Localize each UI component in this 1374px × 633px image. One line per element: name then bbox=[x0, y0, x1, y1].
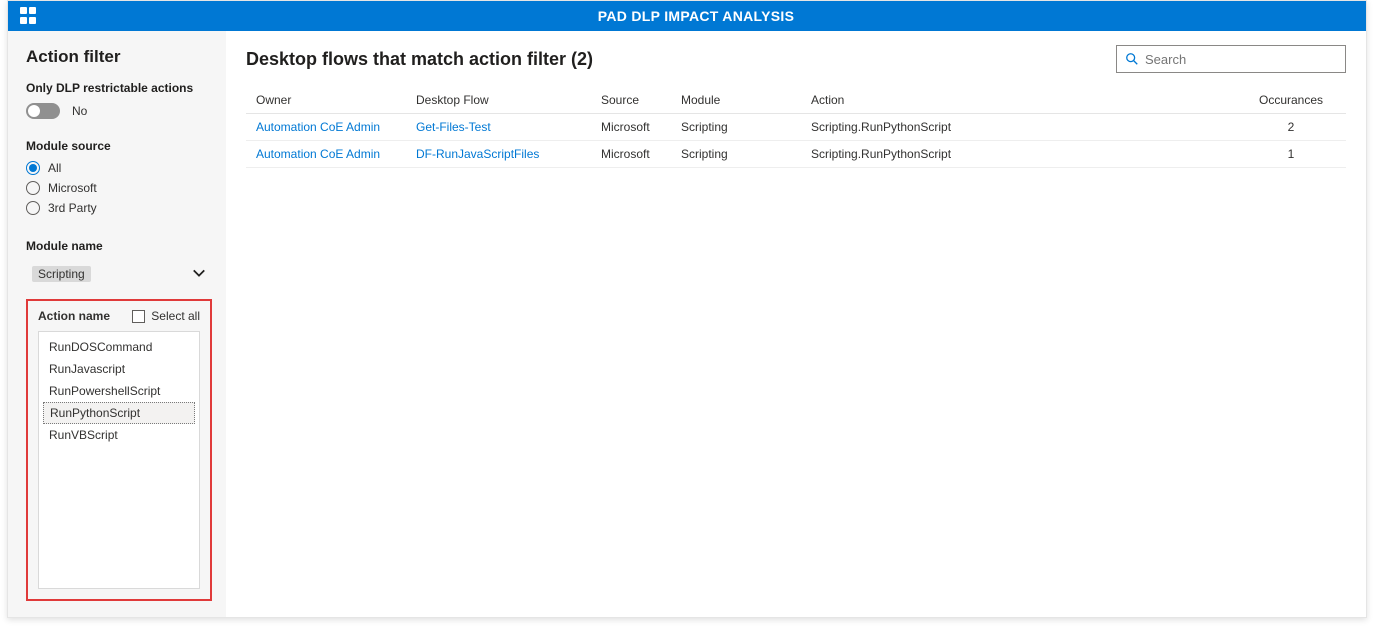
titlebar: PAD DLP IMPACT ANALYSIS bbox=[8, 1, 1366, 31]
table-cell: 1 bbox=[1236, 141, 1346, 168]
module-source-label: Module source bbox=[26, 139, 212, 153]
search-icon bbox=[1125, 52, 1139, 66]
module-name-label: Module name bbox=[26, 239, 212, 253]
module-source-option[interactable]: 3rd Party bbox=[26, 201, 212, 215]
col-module[interactable]: Module bbox=[671, 87, 801, 114]
module-name-dropdown[interactable]: Scripting bbox=[26, 261, 212, 287]
radio-label: All bbox=[48, 161, 61, 175]
table-cell[interactable]: Get-Files-Test bbox=[406, 114, 591, 141]
table-cell: Scripting bbox=[671, 141, 801, 168]
list-item[interactable]: RunDOSCommand bbox=[39, 336, 199, 358]
app-title: PAD DLP IMPACT ANALYSIS bbox=[38, 8, 1354, 24]
module-source-option[interactable]: All bbox=[26, 161, 212, 175]
col-flow[interactable]: Desktop Flow bbox=[406, 87, 591, 114]
search-box[interactable] bbox=[1116, 45, 1346, 73]
radio-label: 3rd Party bbox=[48, 201, 97, 215]
module-name-value: Scripting bbox=[32, 266, 91, 282]
table-cell[interactable]: Automation CoE Admin bbox=[246, 114, 406, 141]
table-cell: Scripting.RunPythonScript bbox=[801, 141, 1236, 168]
table-cell[interactable]: Automation CoE Admin bbox=[246, 141, 406, 168]
module-source-group: All Microsoft 3rd Party bbox=[26, 161, 212, 221]
table-cell[interactable]: DF-RunJavaScriptFiles bbox=[406, 141, 591, 168]
main-content: Desktop flows that match action filter (… bbox=[226, 31, 1366, 617]
action-name-label: Action name bbox=[38, 309, 110, 323]
select-all-checkbox[interactable] bbox=[132, 310, 145, 323]
col-source[interactable]: Source bbox=[591, 87, 671, 114]
action-name-listbox[interactable]: RunDOSCommandRunJavascriptRunPowershellS… bbox=[38, 331, 200, 589]
col-owner[interactable]: Owner bbox=[246, 87, 406, 114]
dlp-toggle-value: No bbox=[72, 104, 87, 118]
dlp-toggle-label: Only DLP restrictable actions bbox=[26, 81, 212, 95]
list-item[interactable]: RunJavascript bbox=[39, 358, 199, 380]
select-all-label: Select all bbox=[151, 309, 200, 323]
radio-icon bbox=[26, 181, 40, 195]
table-cell: Scripting.RunPythonScript bbox=[801, 114, 1236, 141]
table-cell: 2 bbox=[1236, 114, 1346, 141]
radio-icon bbox=[26, 161, 40, 175]
filter-sidebar: Action filter Only DLP restrictable acti… bbox=[8, 31, 226, 617]
col-occurances[interactable]: Occurances bbox=[1236, 87, 1346, 114]
action-name-section: Action name Select all RunDOSCommandRunJ… bbox=[26, 299, 212, 601]
module-source-option[interactable]: Microsoft bbox=[26, 181, 212, 195]
radio-label: Microsoft bbox=[48, 181, 97, 195]
list-item[interactable]: RunVBScript bbox=[39, 424, 199, 446]
dlp-toggle[interactable] bbox=[26, 103, 60, 119]
radio-icon bbox=[26, 201, 40, 215]
col-action[interactable]: Action bbox=[801, 87, 1236, 114]
table-cell: Scripting bbox=[671, 114, 801, 141]
sidebar-heading: Action filter bbox=[26, 47, 212, 67]
chevron-down-icon bbox=[192, 266, 206, 283]
table-header-row: Owner Desktop Flow Source Module Action … bbox=[246, 87, 1346, 114]
app-logo-icon bbox=[20, 7, 38, 25]
table-row: Automation CoE AdminDF-RunJavaScriptFile… bbox=[246, 141, 1346, 168]
table-cell: Microsoft bbox=[591, 141, 671, 168]
main-title: Desktop flows that match action filter (… bbox=[246, 49, 593, 70]
list-item[interactable]: RunPowershellScript bbox=[39, 380, 199, 402]
results-table: Owner Desktop Flow Source Module Action … bbox=[246, 87, 1346, 168]
table-row: Automation CoE AdminGet-Files-TestMicros… bbox=[246, 114, 1346, 141]
list-item[interactable]: RunPythonScript bbox=[43, 402, 195, 424]
table-cell: Microsoft bbox=[591, 114, 671, 141]
search-input[interactable] bbox=[1145, 52, 1337, 67]
